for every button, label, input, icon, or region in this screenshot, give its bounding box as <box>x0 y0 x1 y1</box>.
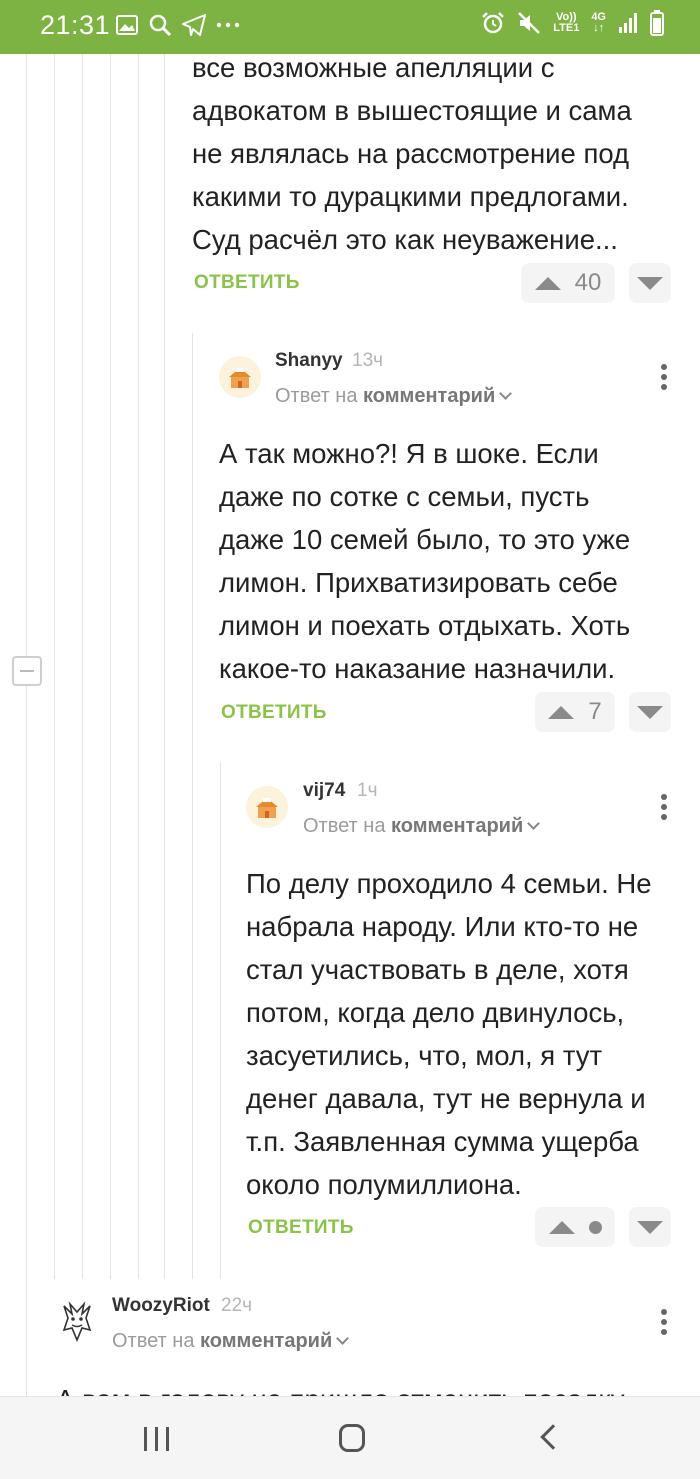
reply-to-link[interactable]: Ответ на комментарий <box>303 815 541 838</box>
default-avatar-icon <box>229 368 251 388</box>
comment-text-line: лимон. Прихватизировать себе <box>219 567 618 598</box>
more-icon <box>216 22 240 28</box>
comment-text-line: лимон и поехать отдыхать. Хоть <box>219 610 631 641</box>
comment-text-line: набрала народу. Или кто-то не <box>246 911 639 942</box>
search-icon <box>149 14 172 37</box>
comment-text-line: стал участвовать в деле, хотя <box>246 954 629 985</box>
more-options-icon[interactable] <box>659 1309 669 1335</box>
thread-line <box>192 333 193 1279</box>
back-icon[interactable] <box>540 1424 566 1450</box>
alarm-icon <box>482 12 505 34</box>
comment-text-line: Суд расчёл это как неуважение... <box>192 224 618 255</box>
thread-line <box>54 54 55 1279</box>
arrow-down-icon <box>637 705 663 719</box>
upvote-button[interactable]: 7 <box>535 692 615 732</box>
user-avatar-icon <box>62 1301 92 1342</box>
comment-text-partial: А вам в голову не пришло отменить посадк… <box>56 1380 696 1396</box>
comment-text-line: все возможные апелляции с <box>192 52 555 83</box>
reply-button[interactable]: ОТВЕТИТЬ <box>248 1217 354 1239</box>
telegram-icon <box>182 14 206 36</box>
arrow-down-icon <box>637 276 663 290</box>
comment-text-line: потом, когда дело двинулось, <box>246 997 625 1028</box>
arrow-down-icon <box>637 1220 663 1234</box>
comment-text-line: денег давала, тут не вернула и <box>246 1083 646 1114</box>
chevron-down-icon <box>527 817 541 830</box>
more-options-icon[interactable] <box>659 364 669 390</box>
more-options-icon[interactable] <box>659 794 669 820</box>
rating-value: 7 <box>588 698 602 725</box>
avatar[interactable] <box>246 786 288 828</box>
collapse-thread-button[interactable] <box>12 656 42 686</box>
comment-text-line: даже 10 семей было, то это уже <box>219 524 631 555</box>
comment-text-line: какое-то наказание назначили. <box>219 653 616 684</box>
comment-text-line: даже по сотке с семьи, пусть <box>219 481 590 512</box>
thread-line <box>82 54 83 1279</box>
reply-button[interactable]: ОТВЕТИТЬ <box>221 702 327 724</box>
rating-hidden-dot <box>588 1220 602 1234</box>
chevron-down-icon <box>499 387 513 400</box>
navigation-bar <box>0 1396 700 1479</box>
comment-text-line: По делу проходило 4 семьи. Не <box>246 868 652 899</box>
comment-text-line: засуетились, что, мол, я тут <box>246 1040 603 1071</box>
comment-text-line: А так можно?! Я в шоке. Если <box>219 438 599 469</box>
home-icon[interactable] <box>339 1424 365 1452</box>
author-name[interactable]: vij74 <box>303 780 345 802</box>
thread-line <box>26 1279 27 1396</box>
thread-line <box>110 54 111 1279</box>
reply-to-link[interactable]: Ответ на комментарий <box>112 1330 350 1353</box>
comment-time: 1ч <box>357 780 378 801</box>
author-name[interactable]: WoozyRiot <box>112 1295 210 1317</box>
battery-icon <box>650 10 664 36</box>
status-time: 21:31 <box>40 10 111 40</box>
avatar[interactable] <box>219 356 261 398</box>
thread-line <box>164 54 165 1279</box>
arrow-up-icon <box>548 1220 575 1234</box>
gallery-icon <box>116 15 138 35</box>
comment-time: 22ч <box>221 1295 253 1316</box>
arrow-up-icon <box>534 276 561 290</box>
avatar[interactable] <box>56 1300 98 1342</box>
thread-line <box>220 762 221 1279</box>
comment-text-line: какими то дурацкими предлогами. <box>192 181 629 212</box>
comment-text-line: не являлась на рассмотрение под <box>192 138 630 169</box>
thread-line <box>138 54 139 1279</box>
comment-text-line: около полумиллиона. <box>246 1169 522 1200</box>
lte-label: LTE1 <box>553 22 580 34</box>
author-name[interactable]: Shanyy <box>275 350 343 372</box>
rating-value: 40 <box>574 269 602 296</box>
arrow-up-icon <box>548 705 575 719</box>
downvote-button[interactable] <box>629 1207 671 1247</box>
comment-text-line: адвокатом в вышестоящие и сама <box>192 95 632 126</box>
reply-button[interactable]: ОТВЕТИТЬ <box>194 272 300 294</box>
chevron-down-icon <box>336 1332 350 1345</box>
reply-to-link[interactable]: Ответ на комментарий <box>275 385 513 408</box>
mute-icon <box>518 12 541 34</box>
recent-apps-icon[interactable] <box>144 1427 169 1451</box>
downvote-button[interactable] <box>629 263 671 303</box>
downvote-button[interactable] <box>629 692 671 732</box>
signal-icon <box>619 13 637 33</box>
default-avatar-icon <box>256 798 278 818</box>
comment-text-line: т.п. Заявленная сумма ущерба <box>246 1126 639 1157</box>
upvote-button[interactable]: 40 <box>521 263 615 303</box>
upvote-button[interactable] <box>535 1207 615 1247</box>
comment-time: 13ч <box>352 350 384 371</box>
